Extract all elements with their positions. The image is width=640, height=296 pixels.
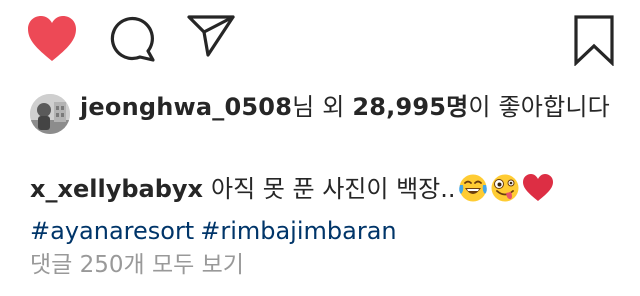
- post-caption: x_xellybabyx 아직 못 푼 사진이 백장.. #ayanaresor…: [30, 171, 630, 249]
- share-plane-icon[interactable]: [186, 13, 236, 59]
- red-heart-emoji: [522, 173, 554, 213]
- likes-text: jeonghwa_0508님 외 28,995명이 좋아합니다: [80, 92, 626, 122]
- hashtag-line: #ayanaresort #rimbajimbaran: [30, 213, 630, 249]
- hashtag-link[interactable]: #ayanaresort: [30, 217, 194, 245]
- post-action-bar: [0, 0, 640, 80]
- view-all-comments-link[interactable]: 댓글 250개 모두 보기: [30, 250, 244, 280]
- likes-suffix-text: 이 좋아합니다: [468, 93, 610, 121]
- likes-count-link[interactable]: 28,995명: [352, 93, 468, 121]
- caption-username-link[interactable]: x_xellybabyx: [30, 175, 203, 203]
- like-heart-icon[interactable]: [26, 14, 78, 64]
- liker-username-link[interactable]: jeonghwa_0508: [80, 93, 292, 121]
- zany-face-emoji: [490, 173, 520, 213]
- likes-connector-text: 님 외: [292, 93, 353, 121]
- liker-avatar[interactable]: [30, 94, 70, 134]
- hashtag-link[interactable]: #rimbajimbaran: [200, 217, 396, 245]
- caption-line: x_xellybabyx 아직 못 푼 사진이 백장..: [30, 171, 630, 213]
- tears-of-joy-emoji: [458, 173, 488, 213]
- bookmark-icon[interactable]: [572, 14, 616, 66]
- caption-text: 아직 못 푼 사진이 백장..: [211, 175, 456, 203]
- comment-bubble-icon[interactable]: [108, 15, 156, 63]
